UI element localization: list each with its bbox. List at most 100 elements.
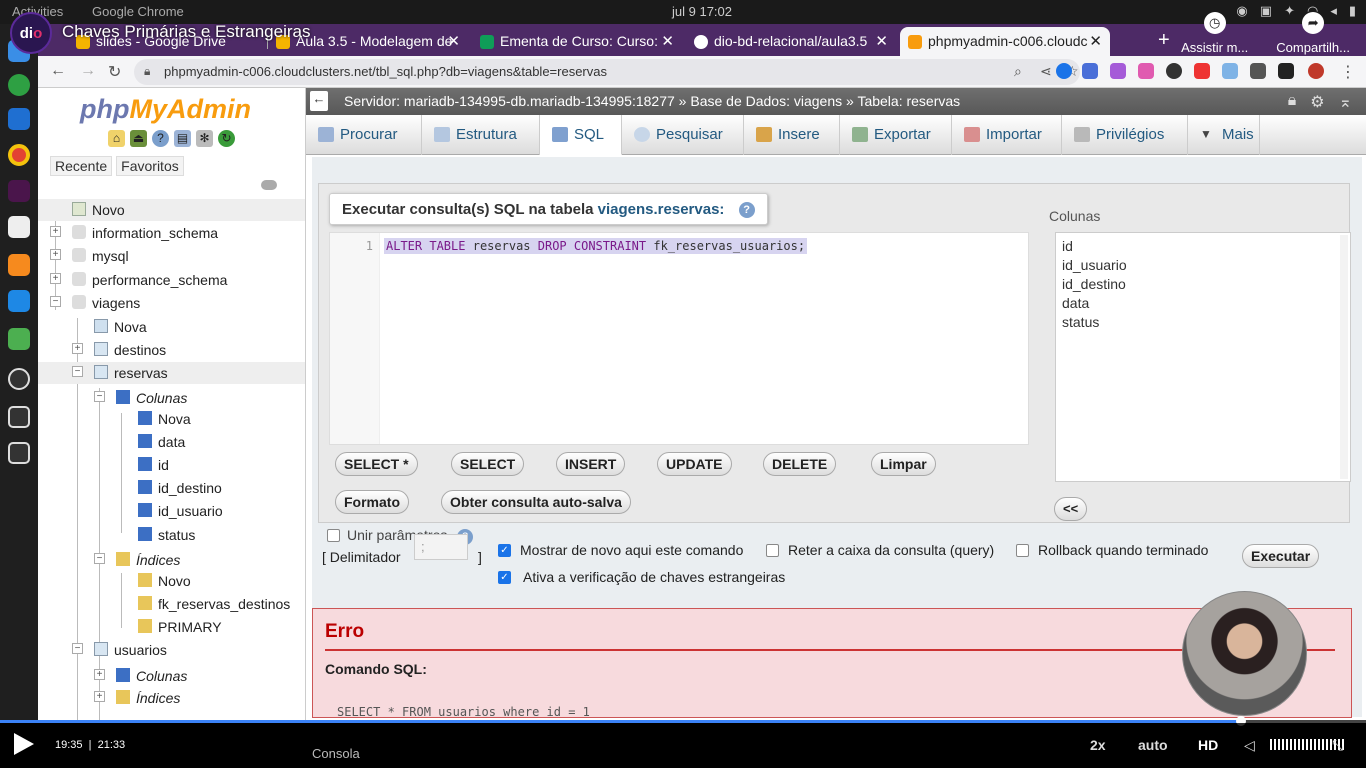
tree-item-column-id-destino[interactable]: id_destino [38,477,305,499]
column-option[interactable]: id [1062,237,1344,256]
tab-ementa[interactable]: Ementa de Curso: Curso: ✕ [472,27,682,56]
tree-item-viagens[interactable]: − viagens [38,292,305,314]
extension-network-icon[interactable] [1138,63,1154,79]
lock-icon[interactable]: 🔒︎ [144,64,150,79]
tab-exportar[interactable]: Exportar [840,115,952,155]
tree-item-index-fk[interactable]: fk_reservas_destinos [38,593,305,615]
tree-item-column-id[interactable]: id [38,454,305,476]
tree-item-new-table[interactable]: Nova [38,316,305,338]
lock-icon[interactable]: 🔒︎ [1288,92,1297,112]
tab-sql[interactable]: SQL [540,115,622,155]
reload-icon[interactable]: ↻ [218,130,235,147]
sublime-app-icon[interactable] [8,254,30,276]
extension-ipad-icon[interactable] [1082,63,1098,79]
collapse-icon[interactable]: − [94,391,105,402]
autosave-query-button[interactable]: Obter consulta auto-salva [441,490,631,514]
collapse-icon[interactable]: − [50,296,61,307]
tree-item-usuarios-colunas[interactable]: + Colunas [38,665,305,687]
profile-avatar[interactable] [1308,63,1324,79]
tree-item-usuarios[interactable]: − usuarios [38,639,305,661]
select-button[interactable]: SELECT [451,452,525,476]
bind-parameters-checkbox[interactable] [327,529,340,542]
insert-column-button[interactable]: << [1054,497,1088,521]
console-toggle[interactable]: Consola [312,746,360,761]
chrome-app-icon[interactable] [8,144,30,166]
tree-item-new-index[interactable]: Novo [38,570,305,592]
columns-list[interactable]: id id_usuario id_destino data status [1055,232,1351,482]
help-icon[interactable]: ? [152,130,169,147]
gear-icon[interactable]: ✻ [196,130,213,147]
delete-button[interactable]: DELETE [763,452,837,476]
tree-item-new-column[interactable]: Nova [38,408,305,430]
recent-button[interactable]: Recente [50,156,113,176]
video-title[interactable]: Chaves Primárias e Estrangeiras [62,22,310,42]
expand-icon[interactable]: + [94,691,105,702]
breadcrumb-database[interactable]: Base de Dados: viagens [690,93,842,109]
keep-query-box-checkbox[interactable] [766,544,779,557]
tree-item-index-primary[interactable]: PRIMARY [38,616,305,638]
quality-button[interactable]: auto [1138,737,1168,753]
share-icon[interactable]: ⋖ [1040,63,1052,80]
extension-youtube-icon[interactable] [1194,63,1210,79]
extension-search-icon[interactable] [1222,63,1238,79]
expand-icon[interactable]: + [94,669,105,680]
collapse-icon[interactable]: − [94,553,105,564]
tree-item-performance-schema[interactable]: + performance_schema [38,269,305,291]
tab-importar[interactable]: Importar [952,115,1062,155]
volume-icon[interactable]: ◁ [1244,737,1255,754]
breadcrumb-server[interactable]: Servidor: mariadb-134995-db.mariadb-1349… [344,93,675,109]
messenger-app-icon[interactable] [8,74,30,96]
home-icon[interactable]: ⌂ [108,130,125,147]
help-icon[interactable]: ? [738,202,755,219]
pma-logo[interactable]: phpMyAdmin [80,94,251,125]
clear-button[interactable]: Limpar [871,452,936,476]
vscode-app-icon[interactable] [8,108,30,130]
side-panel-icon[interactable] [1278,63,1294,79]
execute-button[interactable]: Executar [1242,544,1320,568]
tab-pesquisar[interactable]: Pesquisar [622,115,744,155]
play-icon[interactable] [14,733,34,755]
tree-item-information-schema[interactable]: + information_schema [38,222,305,244]
delimiter-input[interactable]: ; [414,534,468,560]
close-icon[interactable]: ✕ [1089,32,1102,50]
hd-button[interactable]: HD [1198,737,1218,753]
channel-logo[interactable]: di o [10,12,52,54]
zoom-icon[interactable]: ⌕ [1014,63,1022,80]
tab-insere[interactable]: Insere [744,115,840,155]
expand-icon[interactable]: + [50,273,61,284]
clock[interactable]: jul 9 17:02 [672,4,732,19]
scrollbar[interactable] [1340,235,1348,479]
speed-button[interactable]: 2x [1090,737,1106,753]
keyboard-app-icon[interactable] [8,406,30,428]
url-input[interactable]: 🔒︎ phpmyadmin-c006.cloudclusters.net/tbl… [134,59,1080,85]
tree-item-destinos[interactable]: + destinos [38,339,305,361]
column-option[interactable]: id_destino [1062,275,1344,294]
extensions-puzzle-icon[interactable] [1250,63,1266,79]
rollback-checkbox[interactable] [1016,544,1029,557]
tree-item-indices[interactable]: − Índices [38,549,305,571]
favorites-button[interactable]: Favoritos [116,156,184,176]
fk-check-checkbox[interactable]: ✓ [498,571,511,584]
tab-estrutura[interactable]: Estrutura [422,115,540,155]
collapse-all-icon[interactable] [261,180,277,190]
extension-globe-icon[interactable] [1056,63,1072,79]
sql-editor[interactable]: 1 ALTER TABLE reservas DROP CONSTRAINT f… [329,232,1029,445]
tab-procurar[interactable]: Procurar [306,115,422,155]
select-star-button[interactable]: SELECT * [335,452,418,476]
tab-phpmyadmin[interactable]: phpmyadmin-c006.cloudc ✕ [900,27,1110,56]
column-option[interactable]: id_usuario [1062,256,1344,275]
insert-button[interactable]: INSERT [556,452,626,476]
column-option[interactable]: status [1062,313,1344,332]
tree-item-reservas[interactable]: − reservas [38,362,305,384]
tree-item-new-db[interactable]: Novo [38,199,305,221]
tree-item-usuarios-indices[interactable]: + Índices [38,687,305,709]
close-icon[interactable]: ✕ [661,32,674,50]
tree-item-column-status[interactable]: status [38,524,305,546]
close-icon[interactable]: ✕ [875,32,888,50]
extension-pen-icon[interactable] [1110,63,1126,79]
gear-icon[interactable]: ⚙ [1310,92,1324,112]
share-button[interactable]: ➦ Compartilh... [1276,12,1350,55]
reload-icon[interactable]: ↻ [108,62,121,82]
fullscreen-icon[interactable]: ⤡ [1332,737,1343,754]
back-icon[interactable]: ← [50,62,66,80]
